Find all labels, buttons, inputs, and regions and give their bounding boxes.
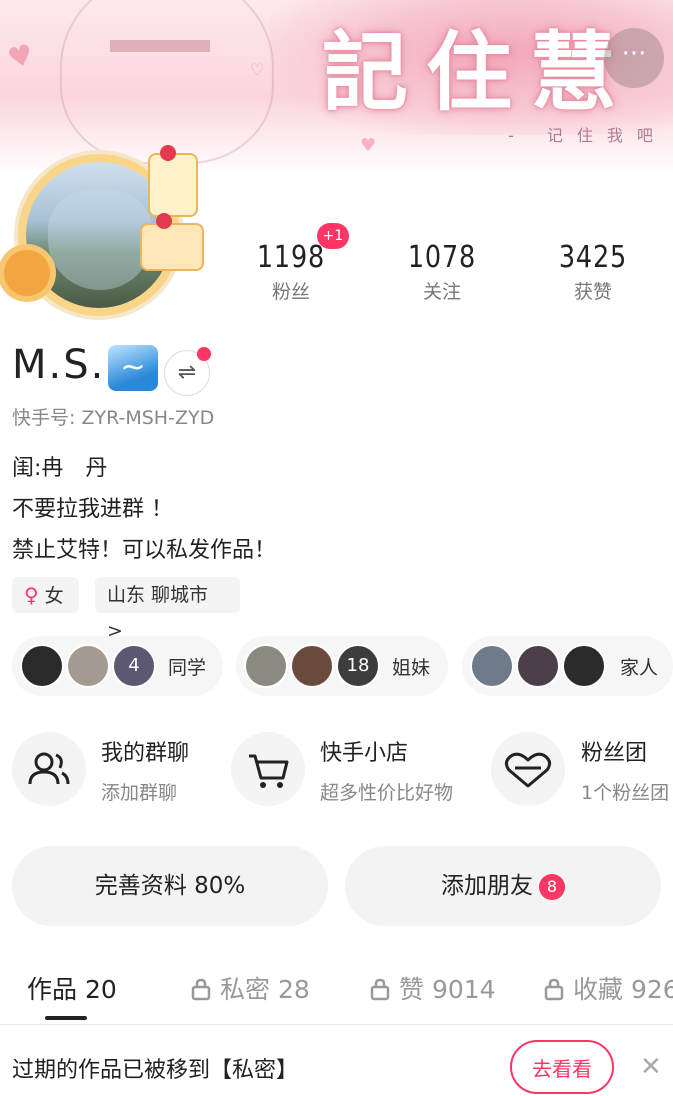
avatar-cake-decoration — [138, 145, 228, 295]
stat-label: 关注 — [422, 281, 461, 303]
add-friends-count-badge: 8 — [539, 873, 565, 900]
banner-title: 記住慧 — [322, 22, 634, 123]
gender-label: 女 — [44, 585, 64, 607]
notice-text: 过期的作品已被移到【私密】 — [12, 1058, 299, 1083]
tab-favorites[interactable]: 收藏 926 — [543, 970, 673, 1006]
banner-sketch-eyes — [110, 40, 210, 52]
friend-avatar — [290, 644, 334, 688]
fan-club-button[interactable] — [491, 732, 565, 806]
go-see-button[interactable]: 去看看 — [510, 1040, 614, 1094]
heart-icon: ♥ — [360, 135, 377, 156]
cart-icon — [249, 754, 289, 788]
wave-emoji-icon: ~ — [108, 345, 158, 391]
service-title: 快手小店 — [320, 741, 409, 766]
heart-icon: ♥ — [4, 37, 37, 76]
divider — [0, 1024, 673, 1025]
profile-banner[interactable]: ♥ ♥ ♡ 記住慧 - 记住我吧 — [0, 0, 673, 175]
group-chat-button[interactable] — [12, 732, 86, 806]
notification-dot — [197, 347, 211, 361]
heart-outline-icon — [504, 752, 552, 788]
strawberry-icon — [156, 213, 172, 229]
circle-label: 家人 — [620, 657, 659, 679]
friend-avatar — [244, 644, 288, 688]
stat-followers[interactable]: 1198 粉丝 — [231, 240, 351, 304]
lock-icon — [544, 978, 564, 1001]
location-label: 山东 聊城市 — [107, 584, 209, 606]
circle-label: 同学 — [168, 657, 207, 679]
switch-icon: ⇌ — [177, 360, 197, 385]
tab-label: 赞 9014 — [399, 975, 496, 1004]
tab-private[interactable]: 私密 28 — [190, 970, 310, 1006]
kwai-id[interactable]: 快手号: ZYR-MSH-ZYD — [12, 403, 214, 430]
lock-icon — [191, 978, 211, 1001]
bio-line: 禁止艾特！可以私发作品！ — [12, 538, 277, 563]
tab-liked[interactable]: 赞 9014 — [369, 970, 496, 1006]
cake-top — [148, 153, 198, 217]
banner-sketch-figure — [60, 0, 274, 164]
tab-label: 作品 20 — [27, 975, 117, 1004]
friend-avatar — [66, 644, 110, 688]
female-icon: ♀ — [24, 583, 39, 607]
avatar-heart-frame — [48, 190, 152, 290]
stat-label: 获赞 — [573, 281, 612, 303]
group-icon — [28, 752, 70, 785]
friend-avatar: 18 — [336, 644, 380, 688]
stat-value: 1078 — [407, 240, 477, 275]
service-title: 我的群聊 — [101, 741, 190, 766]
gender-tag: ♀ 女 — [12, 577, 79, 613]
circle-classmates[interactable]: 4 同学 — [12, 636, 223, 696]
tab-works[interactable]: 作品 20 — [27, 970, 117, 1006]
shop-button[interactable] — [231, 732, 305, 806]
friend-avatar — [516, 644, 560, 688]
active-tab-indicator — [45, 1016, 87, 1020]
lock-icon — [370, 978, 390, 1001]
stat-likes[interactable]: 3425 获赞 — [533, 240, 653, 304]
add-friends-button[interactable]: 添加朋友 8 — [345, 846, 661, 926]
new-follower-badge: +1 — [317, 223, 349, 249]
friend-avatar — [562, 644, 606, 688]
friend-avatar — [20, 644, 64, 688]
more-options-button[interactable]: ··· — [604, 28, 664, 88]
tab-label: 私密 28 — [220, 975, 310, 1004]
circle-family[interactable]: 家人 — [462, 636, 673, 696]
more-icon: ··· — [621, 39, 647, 69]
complete-profile-button[interactable]: 完善资料 80% — [12, 846, 328, 926]
service-subtitle: 1个粉丝团 — [581, 782, 670, 804]
bio-line: 不要拉我进群 ！ — [12, 497, 173, 522]
heart-icon: ♡ — [250, 60, 265, 79]
banner-subtitle: - 记住我吧 — [508, 126, 667, 145]
stat-following[interactable]: 1078 关注 — [382, 240, 502, 304]
location-tag[interactable]: 山东 聊城市 > — [95, 577, 240, 642]
circle-sisters[interactable]: 18 姐妹 — [236, 636, 448, 696]
circle-label: 姐妹 — [392, 657, 431, 679]
friend-avatar — [470, 644, 514, 688]
service-subtitle: 添加群聊 — [101, 782, 178, 804]
bio-line: 闺:冉 丹 — [12, 456, 108, 481]
service-subtitle: 超多性价比好物 — [320, 782, 454, 804]
add-friends-label: 添加朋友 — [441, 873, 533, 899]
strawberry-icon — [160, 145, 176, 161]
avatar-flower-decoration — [4, 250, 50, 296]
stat-value: 3425 — [558, 240, 628, 275]
friend-avatar: 4 — [112, 644, 156, 688]
cake-bottom — [140, 223, 204, 271]
tab-label: 收藏 926 — [573, 975, 673, 1004]
stat-label: 粉丝 — [271, 281, 310, 303]
service-title: 粉丝团 — [581, 741, 648, 766]
